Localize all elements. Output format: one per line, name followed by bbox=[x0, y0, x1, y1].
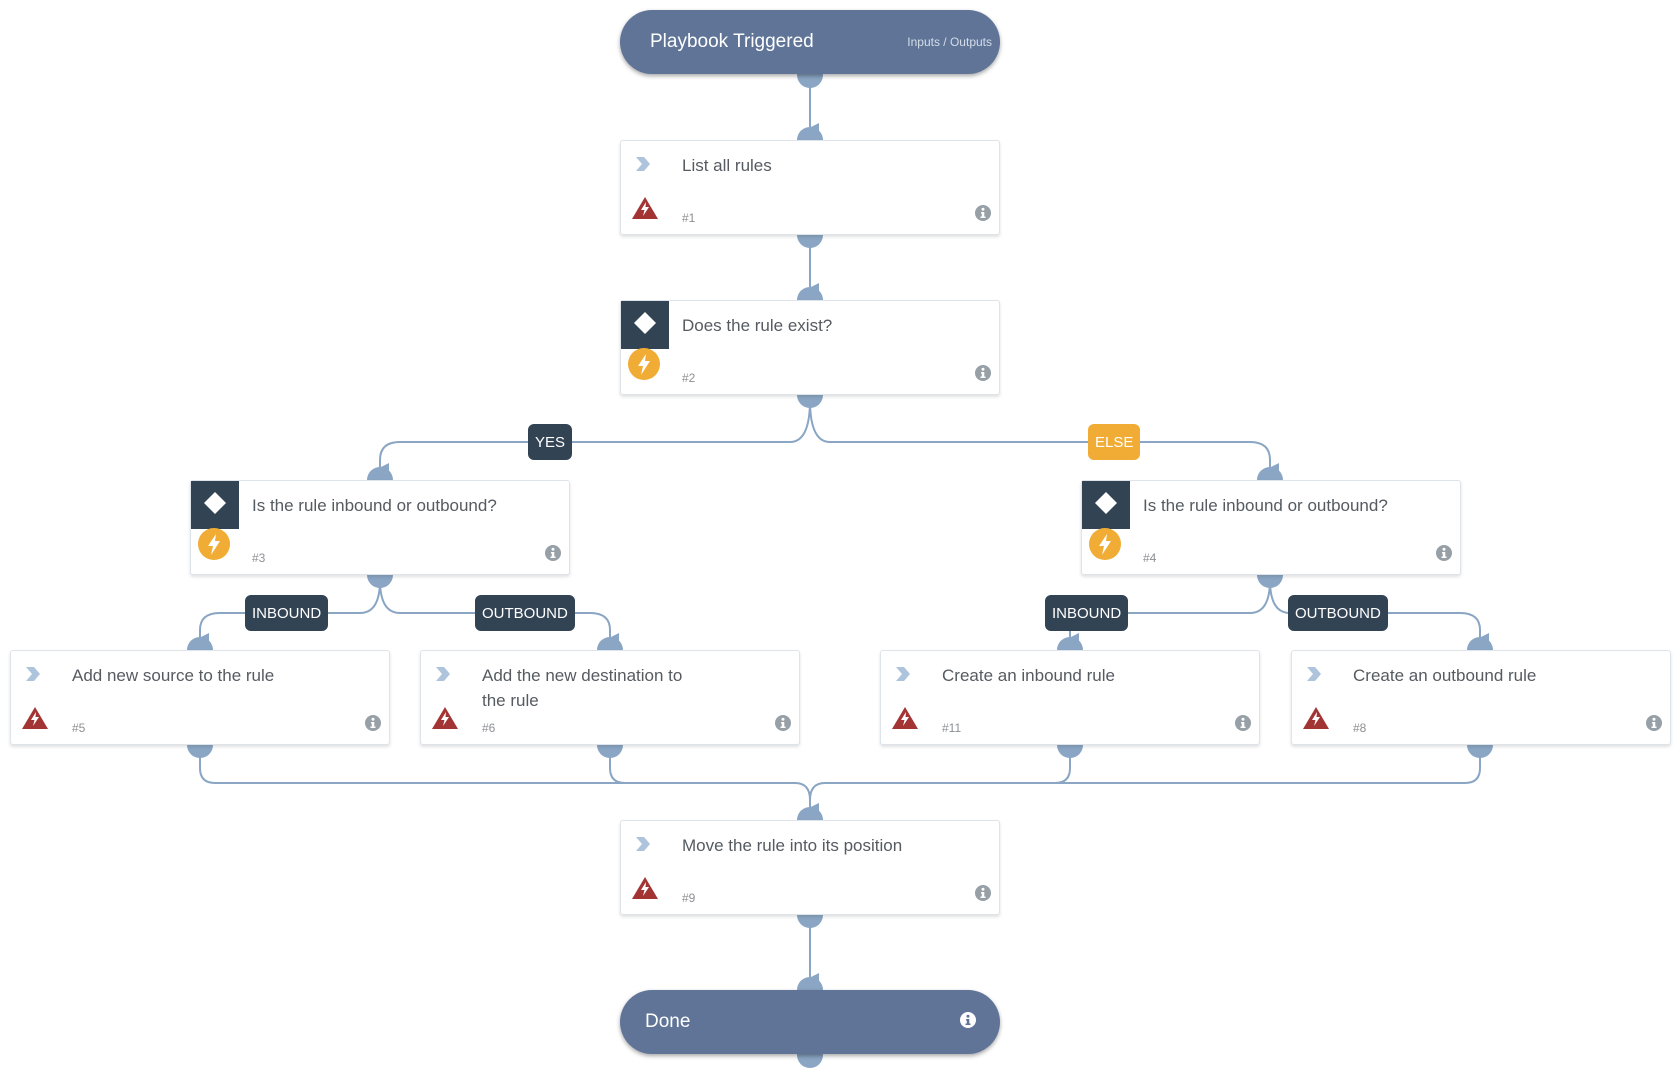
warning-bolt-icon bbox=[22, 707, 48, 734]
task-name: Does the rule exist? bbox=[682, 316, 833, 335]
warning-bolt-icon bbox=[632, 877, 658, 904]
chevron-right-icon bbox=[25, 666, 41, 687]
inputs-outputs-link[interactable]: Inputs / Outputs bbox=[907, 35, 992, 49]
condition-header bbox=[1082, 481, 1130, 529]
info-icon[interactable] bbox=[545, 545, 561, 566]
manual-bolt-icon bbox=[198, 528, 230, 565]
branch-label-else[interactable]: ELSE bbox=[1088, 424, 1141, 460]
chevron-right-icon bbox=[435, 666, 451, 687]
start-title: Playbook Triggered bbox=[650, 31, 814, 52]
edge-2-3 bbox=[379, 399, 811, 473]
task-number: #5 bbox=[72, 721, 86, 735]
playbook-triggered-node[interactable]: Playbook Triggered Inputs / Outputs bbox=[620, 10, 1000, 74]
warning-bolt-icon bbox=[432, 707, 458, 734]
branch-label-left-inbound[interactable]: INBOUND bbox=[245, 595, 329, 631]
task-number: #1 bbox=[682, 211, 696, 225]
task-name: Is the rule inbound or outbound? bbox=[1143, 496, 1388, 515]
branch-label-right-outbound[interactable]: OUTBOUND bbox=[1288, 595, 1388, 631]
condition-card[interactable]: Is the rule inbound or outbound? #3 bbox=[190, 480, 570, 575]
info-icon[interactable] bbox=[1646, 715, 1662, 736]
warning-bolt-icon bbox=[632, 197, 658, 224]
task-name: Add the new destination to the rule bbox=[482, 666, 683, 710]
task-number: #11 bbox=[942, 721, 962, 735]
branch-label-yes[interactable]: YES bbox=[528, 424, 573, 460]
condition-header bbox=[191, 481, 239, 529]
chevron-right-icon bbox=[1306, 666, 1322, 687]
edge-8-9 bbox=[809, 750, 1481, 813]
diamond-icon bbox=[203, 491, 227, 520]
task-name: Is the rule inbound or outbound? bbox=[252, 496, 497, 515]
done-node[interactable]: Done bbox=[620, 990, 1000, 1054]
info-icon[interactable] bbox=[975, 205, 991, 226]
branch-label-right-inbound[interactable]: INBOUND bbox=[1045, 595, 1129, 631]
info-icon[interactable] bbox=[1436, 545, 1452, 566]
condition-card[interactable]: Is the rule inbound or outbound? #4 bbox=[1081, 480, 1461, 575]
condition-header bbox=[621, 301, 669, 349]
task-number: #8 bbox=[1353, 721, 1367, 735]
task-number: #9 bbox=[682, 891, 696, 905]
info-icon[interactable] bbox=[975, 885, 991, 906]
task-number: #2 bbox=[682, 371, 696, 385]
task-card[interactable]: Create an outbound rule #8 bbox=[1291, 650, 1671, 745]
task-name: Add new source to the rule bbox=[72, 666, 275, 685]
branch-label-left-outbound[interactable]: OUTBOUND bbox=[475, 595, 575, 631]
task-card[interactable]: Move the rule into its position #9 bbox=[620, 820, 1000, 915]
info-icon[interactable] bbox=[775, 715, 791, 736]
edge-2-4 bbox=[809, 399, 1279, 473]
task-name: Create an inbound rule bbox=[942, 666, 1115, 685]
task-name: Create an outbound rule bbox=[1353, 666, 1537, 685]
info-icon[interactable] bbox=[975, 365, 991, 386]
task-number: #4 bbox=[1143, 551, 1157, 565]
chevron-right-icon bbox=[635, 156, 651, 177]
info-icon[interactable] bbox=[960, 1011, 976, 1033]
task-card[interactable]: Add new source to the rule #5 bbox=[10, 650, 390, 745]
chevron-right-icon bbox=[635, 836, 651, 857]
condition-card[interactable]: Does the rule exist? #2 bbox=[620, 300, 1000, 395]
info-icon[interactable] bbox=[365, 715, 381, 736]
end-title: Done bbox=[645, 1011, 691, 1032]
chevron-right-icon bbox=[895, 666, 911, 687]
diamond-icon bbox=[1094, 491, 1118, 520]
task-name: List all rules bbox=[682, 156, 772, 175]
edge-5-9 bbox=[199, 750, 819, 813]
diamond-icon bbox=[633, 311, 657, 340]
manual-bolt-icon bbox=[628, 348, 660, 385]
info-icon[interactable] bbox=[1235, 715, 1251, 736]
task-name: Move the rule into its position bbox=[682, 836, 903, 855]
task-number: #6 bbox=[482, 721, 496, 735]
task-card[interactable]: Add the new destination to the rule #6 bbox=[420, 650, 800, 745]
task-card[interactable]: List all rules #1 bbox=[620, 140, 1000, 235]
warning-bolt-icon bbox=[892, 707, 918, 734]
task-number: #3 bbox=[252, 551, 266, 565]
task-card[interactable]: Create an inbound rule #11 bbox=[880, 650, 1260, 745]
warning-bolt-icon bbox=[1303, 707, 1329, 734]
manual-bolt-icon bbox=[1089, 528, 1121, 565]
